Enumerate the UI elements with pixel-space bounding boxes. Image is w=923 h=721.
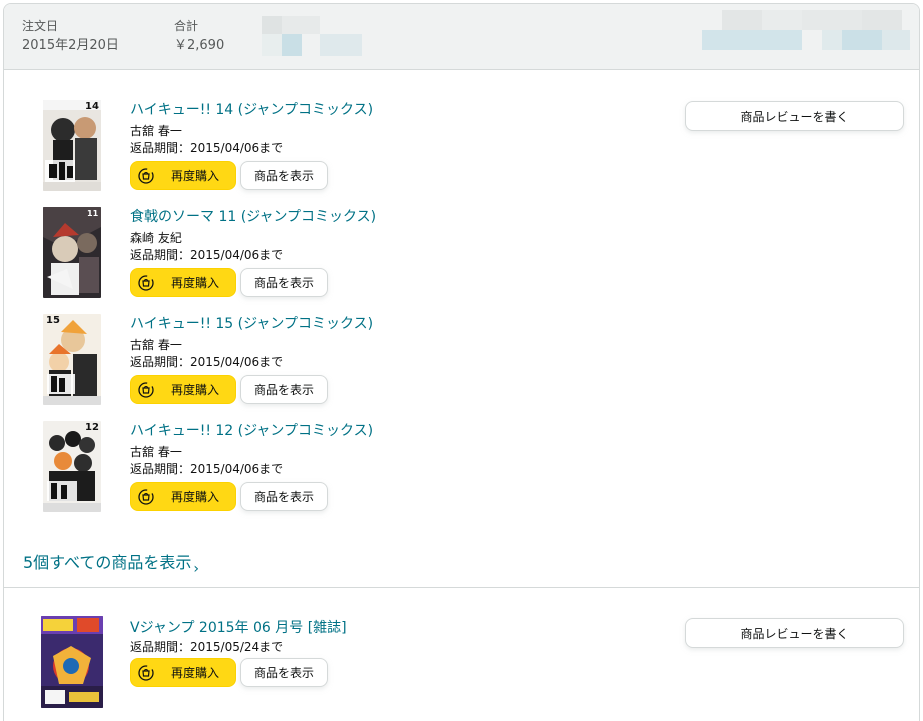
product-cover-image[interactable]: 11 [43,207,101,298]
rebuy-cycle-icon [133,270,159,296]
return-policy: 返品期間：2015/04/06まで [130,141,284,155]
cover-volume-number: 15 [46,315,60,326]
return-policy: 返品期間：2015/04/06まで [130,248,284,262]
view-product-button[interactable]: 商品を表示 [240,268,328,297]
rebuy-cycle-icon [133,484,159,510]
return-policy: 返品期間：2015/04/06まで [130,462,284,476]
view-product-button[interactable]: 商品を表示 [240,161,328,190]
view-product-button[interactable]: 商品を表示 [240,658,328,687]
return-policy: 返品期間：2015/05/24まで [130,640,284,654]
buy-again-label: 再度購入 [171,169,220,183]
buy-again-label: 再度購入 [171,276,220,290]
chevron-right-icon: › [193,561,200,577]
buy-again-button[interactable]: 再度購入 [130,482,236,511]
show-all-label: 5個すべての商品を表示 [23,553,192,572]
show-all-items-link[interactable]: 5個すべての商品を表示 › [23,549,199,577]
buy-again-label: 再度購入 [171,666,220,680]
buy-again-button[interactable]: 再度購入 [130,161,236,190]
cover-volume-number: 11 [87,209,99,218]
order-card: 注文日 2015年2月20日 合計 ￥2,690 14 ハイキュー!! 14 (… [3,3,920,721]
order-date-label: 注文日 [22,19,59,33]
section-divider [4,587,919,588]
buy-again-button[interactable]: 再度購入 [130,658,236,687]
cover-volume-number: 14 [85,101,99,112]
product-author: 古舘 春一 [130,445,182,459]
order-total-label: 合計 [174,19,199,33]
order-header: 注文日 2015年2月20日 合計 ￥2,690 [4,4,919,70]
rebuy-cycle-icon [133,377,159,403]
order-total-value: ￥2,690 [174,38,225,53]
product-title-link[interactable]: 食戟のソーマ 11 (ジャンプコミックス) [130,208,376,226]
product-title-link[interactable]: ハイキュー!! 12 (ジャンプコミックス) [130,422,373,440]
view-product-button[interactable]: 商品を表示 [240,375,328,404]
product-title-link[interactable]: ハイキュー!! 14 (ジャンプコミックス) [130,101,373,119]
write-review-button[interactable]: 商品レビューを書く [685,618,904,648]
buy-again-button[interactable]: 再度購入 [130,268,236,297]
product-cover-image[interactable] [41,616,103,708]
product-cover-image[interactable]: 12 [43,421,101,512]
product-cover-image[interactable]: 15 [43,314,101,405]
product-cover-image[interactable]: 14 [43,100,101,191]
buy-again-button[interactable]: 再度購入 [130,375,236,404]
product-title-link[interactable]: Vジャンプ 2015年 06 月号 [雑誌] [130,619,347,637]
product-title-link[interactable]: ハイキュー!! 15 (ジャンプコミックス) [130,315,373,333]
view-product-button[interactable]: 商品を表示 [240,482,328,511]
rebuy-cycle-icon [133,163,159,189]
cover-volume-number: 12 [85,422,99,433]
rebuy-cycle-icon [133,660,159,686]
order-date-block: 注文日 2015年2月20日 [22,18,119,56]
return-policy: 返品期間：2015/04/06まで [130,355,284,369]
product-author: 古舘 春一 [130,124,182,138]
buy-again-label: 再度購入 [171,490,220,504]
order-date-value: 2015年2月20日 [22,38,119,53]
write-review-button[interactable]: 商品レビューを書く [685,101,904,131]
order-total-block: 合計 ￥2,690 [174,18,224,56]
product-author: 森崎 友紀 [130,231,182,245]
buy-again-label: 再度購入 [171,383,220,397]
product-author: 古舘 春一 [130,338,182,352]
